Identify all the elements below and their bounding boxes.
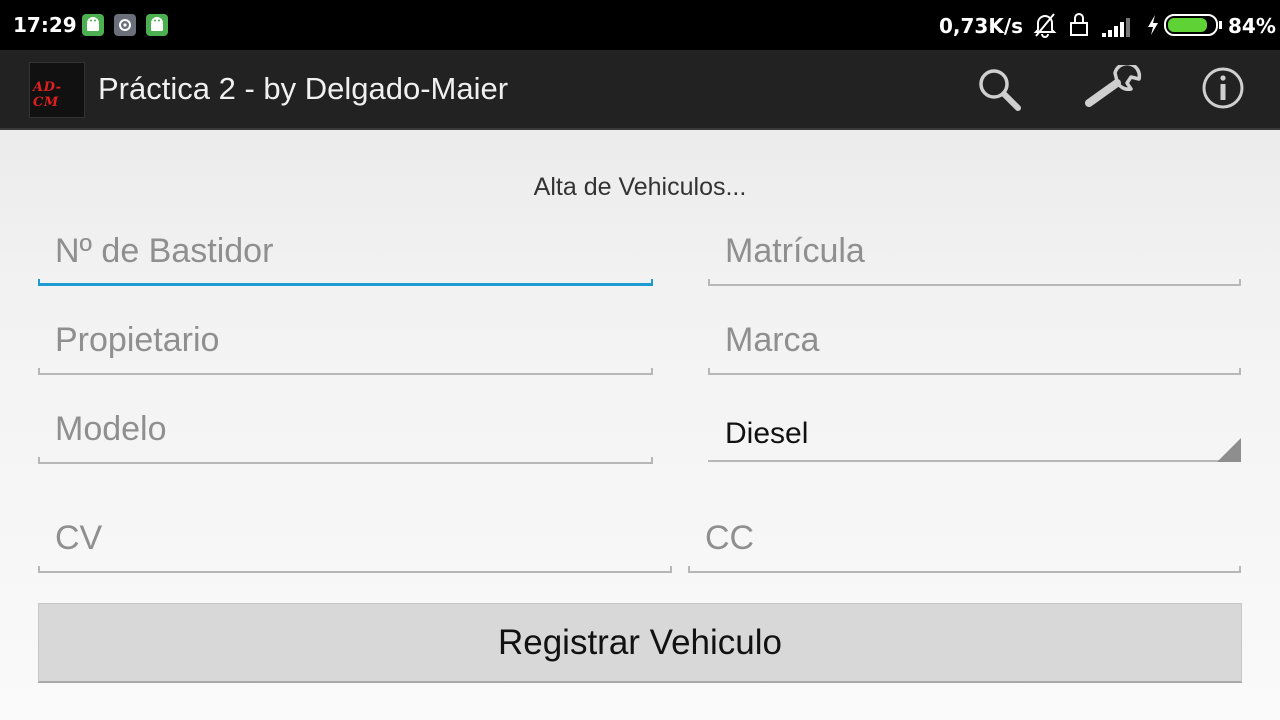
input-tick [651, 457, 653, 464]
modelo-input[interactable]: Modelo [38, 404, 653, 464]
cv-placeholder: CV [55, 519, 103, 557]
android-icon [146, 14, 168, 36]
input-tick [1239, 566, 1241, 573]
cc-placeholder: CC [705, 519, 755, 557]
propietario-placeholder: Propietario [55, 321, 220, 359]
input-underline [38, 571, 672, 573]
input-tick [1239, 368, 1241, 375]
status-bar: 17:29 0,73K/s 84% [0, 0, 1280, 50]
input-underline [708, 284, 1241, 286]
input-underline [708, 373, 1241, 375]
input-tick [1239, 279, 1241, 286]
settings-button[interactable] [1084, 61, 1144, 116]
matricula-placeholder: Matrícula [725, 232, 865, 270]
register-vehicle-label: Registrar Vehiculo [497, 622, 783, 662]
modelo-placeholder: Modelo [55, 410, 167, 448]
input-tick [38, 368, 40, 375]
search-icon [974, 64, 1022, 116]
info-button[interactable] [1197, 64, 1249, 116]
clock: 17:29 [13, 13, 77, 37]
bell-muted-icon [1033, 12, 1057, 42]
input-underline [38, 283, 653, 286]
fuel-type-dropdown[interactable]: Diesel [708, 400, 1241, 462]
input-tick [651, 279, 653, 286]
network-speed: 0,73K/s [939, 14, 1024, 38]
marca-input[interactable]: Marca [708, 315, 1241, 375]
input-underline [688, 571, 1241, 573]
charging-icon [1146, 14, 1160, 40]
lock-rotation-icon [1068, 12, 1090, 42]
input-tick [38, 566, 40, 573]
app-logo[interactable]: AD-CM [29, 62, 85, 118]
input-underline [38, 462, 653, 464]
input-underline [38, 373, 653, 375]
page-title: Práctica 2 - by Delgado-Maier [98, 71, 509, 106]
form-heading: Alta de Vehiculos... [533, 173, 747, 201]
dropdown-underline [708, 460, 1241, 462]
input-tick [688, 566, 690, 573]
input-tick [38, 279, 40, 286]
fuel-type-value: Diesel [725, 417, 809, 450]
signal-icon [1101, 16, 1133, 42]
battery-percent: 84% [1228, 14, 1276, 38]
info-icon [1200, 65, 1246, 115]
settings-icon [114, 14, 136, 36]
propietario-input[interactable]: Propietario [38, 315, 653, 375]
bastidor-input[interactable]: Nº de Bastidor [38, 226, 653, 286]
dropdown-arrow-icon [1217, 438, 1241, 462]
android-icon [82, 14, 104, 36]
input-tick [670, 566, 672, 573]
search-button[interactable] [972, 64, 1024, 116]
marca-placeholder: Marca [725, 321, 820, 359]
bastidor-placeholder: Nº de Bastidor [55, 232, 274, 270]
input-tick [708, 279, 710, 286]
register-vehicle-button[interactable]: Registrar Vehiculo [38, 603, 1242, 683]
action-bar: AD-CM Práctica 2 - by Delgado-Maier [0, 50, 1280, 130]
input-tick [708, 368, 710, 375]
cv-input[interactable]: CV [38, 513, 672, 573]
wrench-icon [1085, 61, 1143, 115]
cc-input[interactable]: CC [688, 513, 1241, 573]
app-logo-text: AD-CM [33, 80, 62, 110]
input-tick [38, 457, 40, 464]
battery-icon [1164, 13, 1224, 41]
matricula-input[interactable]: Matrícula [708, 226, 1241, 286]
input-tick [651, 368, 653, 375]
